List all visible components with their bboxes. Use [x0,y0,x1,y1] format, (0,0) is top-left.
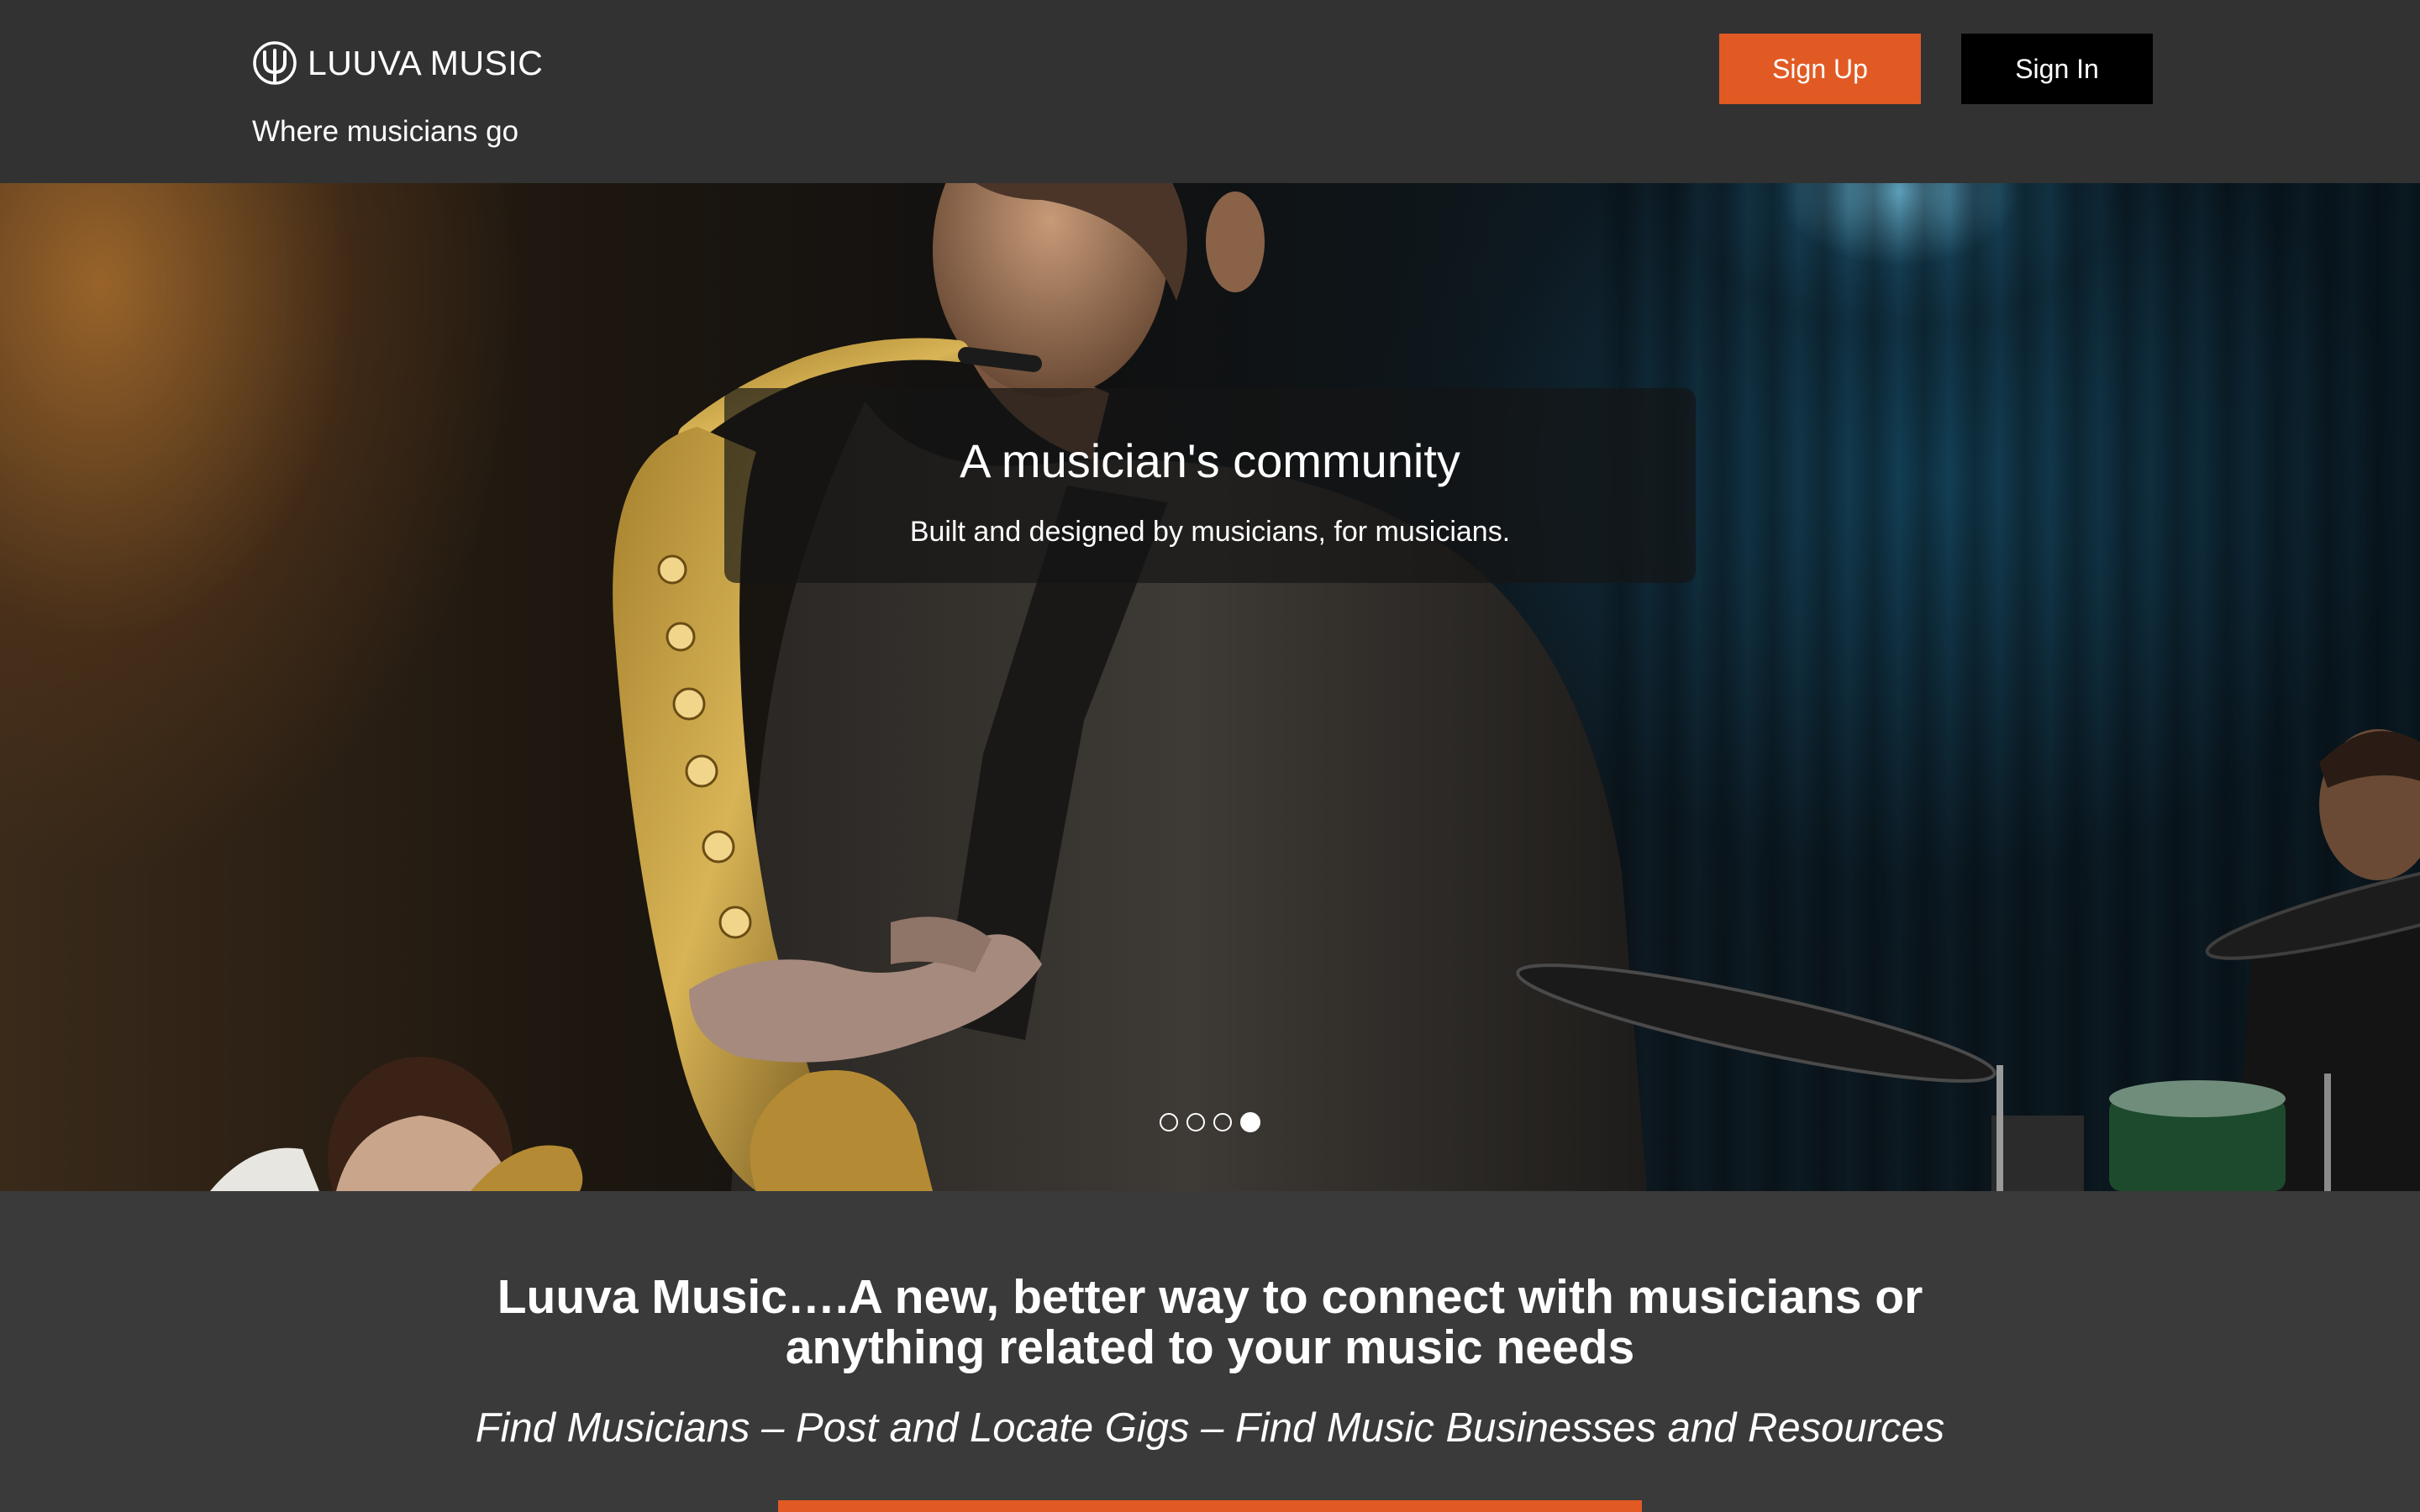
intro-heading-line-1: Luuva Music….A new, better way to connec… [497,1270,1923,1324]
hero-image-saxophonist [210,183,2420,1191]
hero-caption-title: A musician's community [960,434,1460,487]
intro-section: Luuva Music….A new, better way to connec… [0,1191,2420,1512]
site-header: LUUVA MUSIC Where musicians go Sign Up S… [0,0,2420,183]
sign-in-button[interactable]: Sign In [1961,34,2153,104]
sign-up-button[interactable]: Sign Up [1719,34,1921,104]
intro-heading: Luuva Music….A new, better way to connec… [454,1272,1966,1373]
brand-name: LUUVA MUSIC [308,43,544,82]
hero-caption-subtitle: Built and designed by musicians, for mus… [909,515,1511,548]
carousel-indicators [0,1112,2420,1132]
psi-trident-icon [253,41,297,85]
hero-carousel: A musician's community Built and designe… [0,183,2420,1191]
carousel-dot-2[interactable] [1186,1113,1205,1131]
cta-button[interactable] [778,1500,1642,1512]
brand-logo-link[interactable]: LUUVA MUSIC [252,40,543,86]
hero-caption: A musician's community Built and designe… [724,388,1696,583]
carousel-dot-1[interactable] [1160,1113,1178,1131]
carousel-dot-4[interactable] [1240,1112,1260,1132]
intro-tagline: Find Musicians – Post and Locate Gigs – … [475,1405,1945,1451]
site-tagline: Where musicians go [252,115,519,148]
intro-heading-line-2: anything related to your music needs [785,1320,1635,1374]
carousel-dot-3[interactable] [1213,1113,1232,1131]
